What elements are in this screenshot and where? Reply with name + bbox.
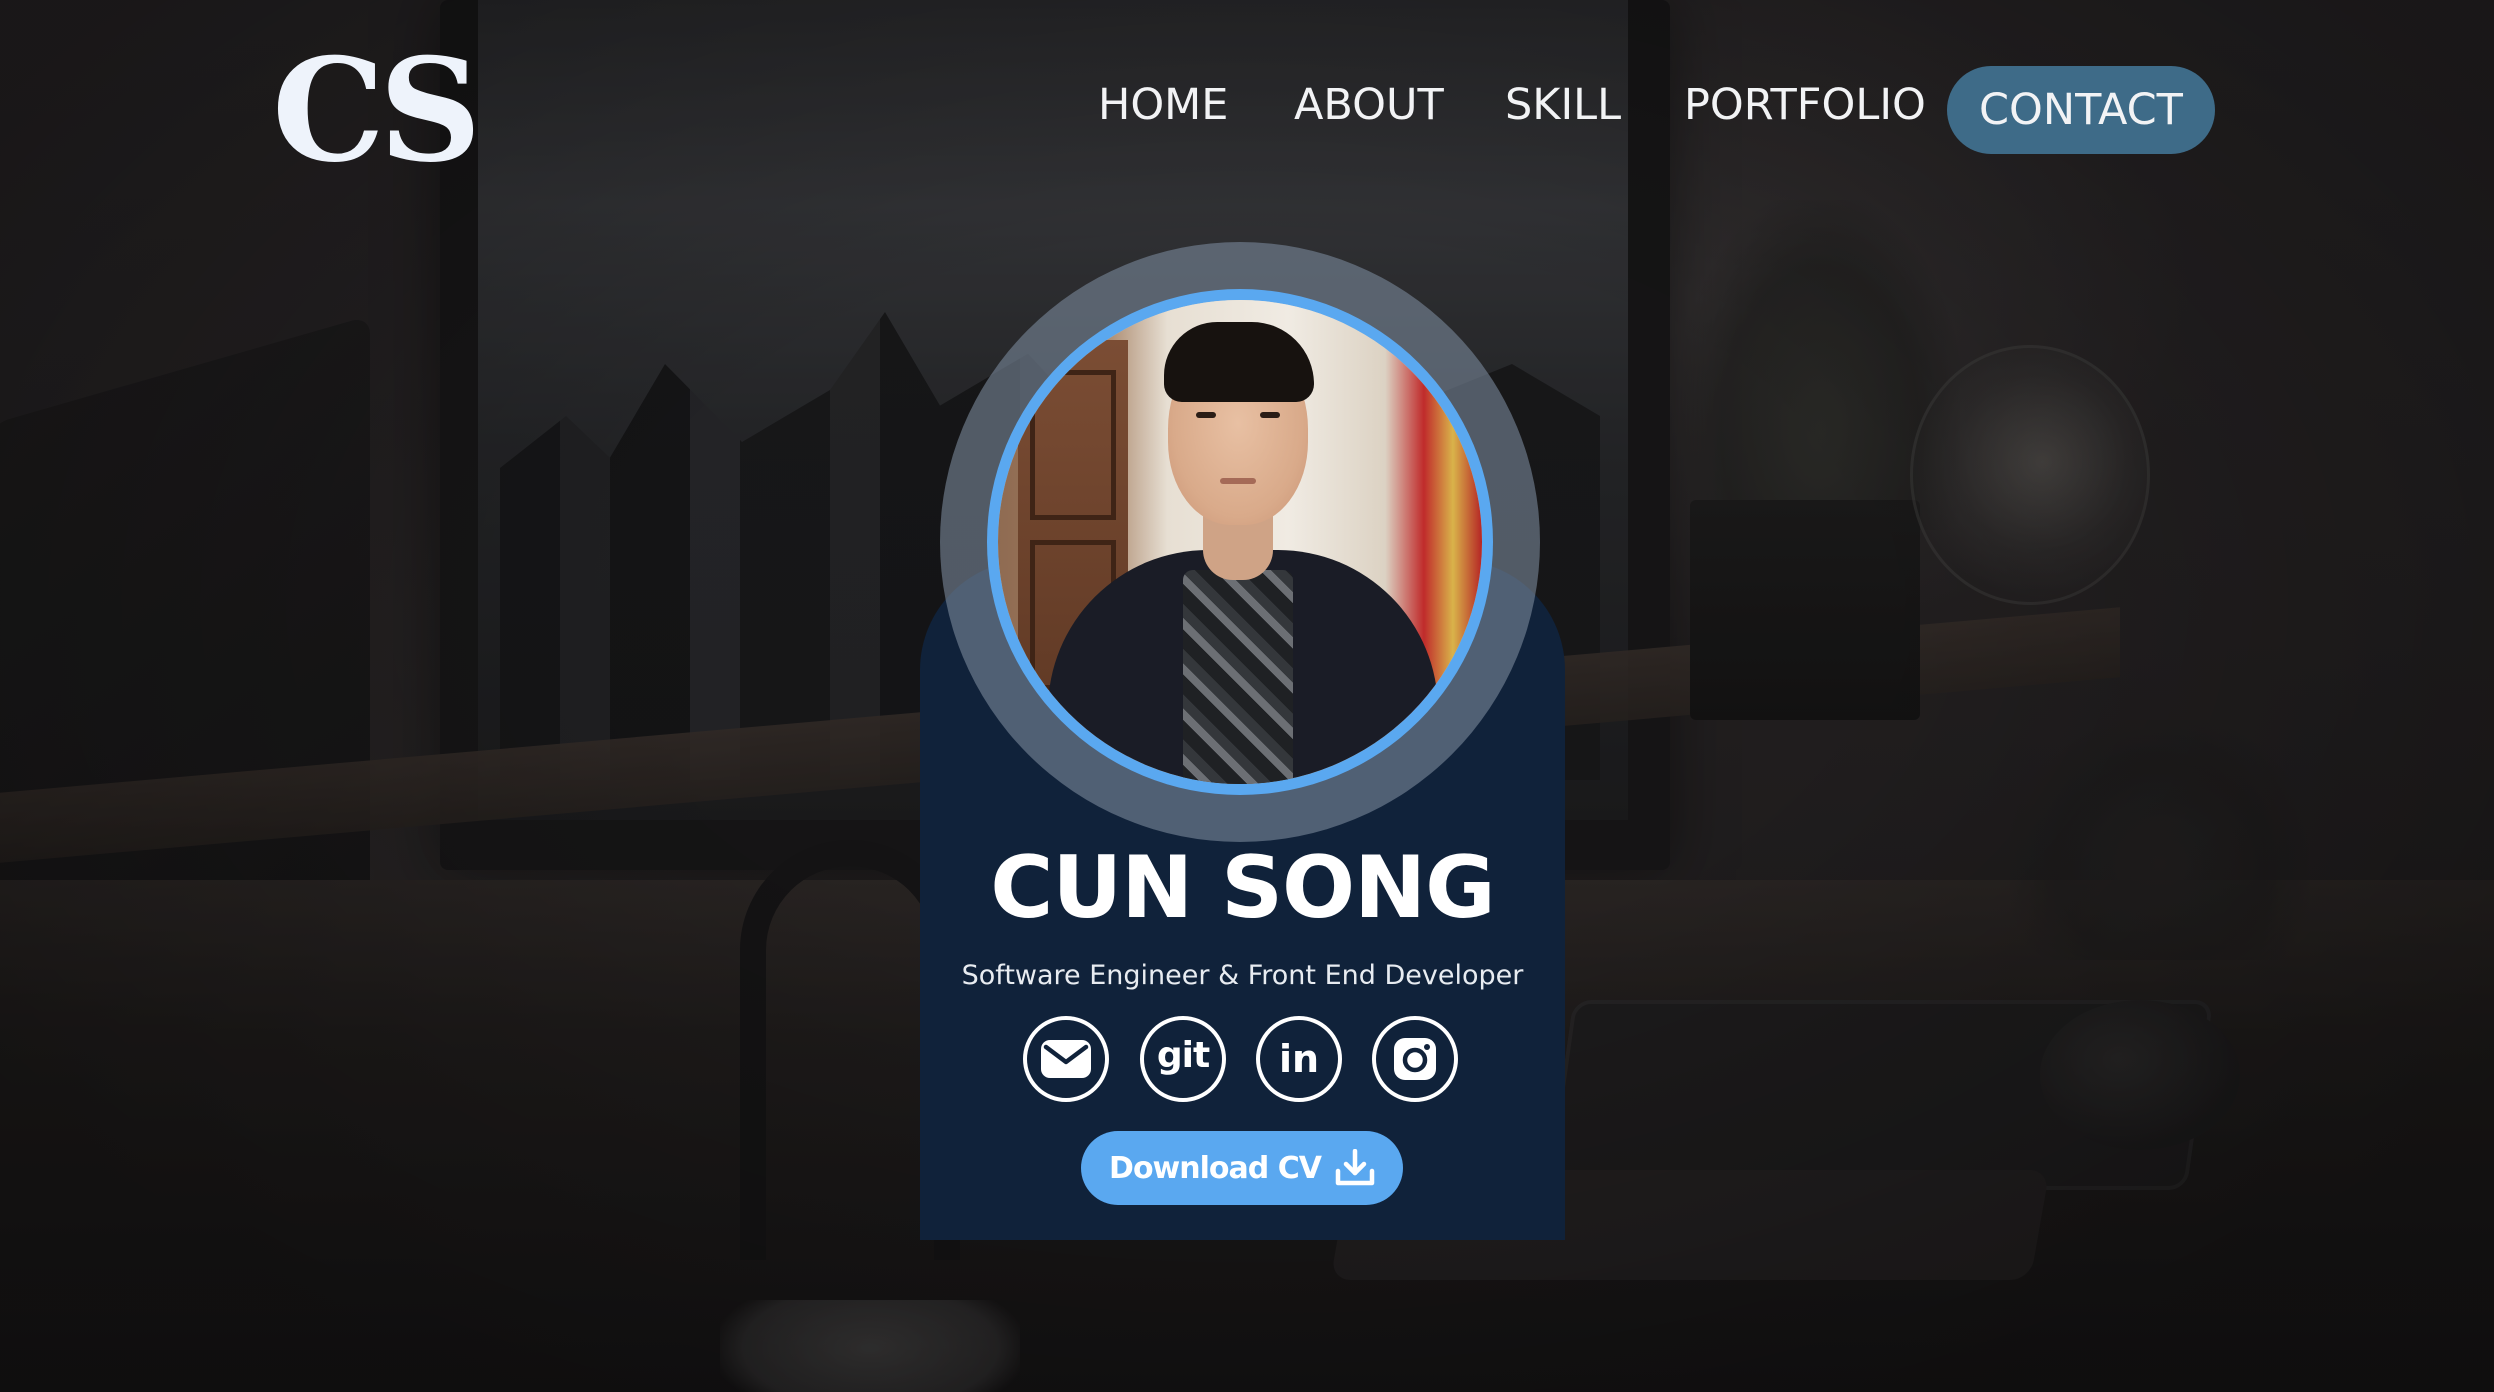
social-links: git in	[1023, 1016, 1463, 1106]
linkedin-icon: in	[1278, 1037, 1320, 1081]
download-cv-label: Download CV	[1109, 1150, 1322, 1186]
instagram-icon	[1394, 1038, 1436, 1080]
portfolio-page: CS HOME ABOUT SKILL PORTFOLIO CONTACT CU…	[0, 0, 2494, 1392]
contact-button[interactable]: CONTACT	[1947, 66, 2215, 154]
site-logo[interactable]: CS	[272, 40, 482, 182]
git-link[interactable]: git	[1140, 1016, 1226, 1102]
nav-link-portfolio[interactable]: PORTFOLIO	[1684, 80, 1926, 130]
git-icon: git	[1156, 1035, 1210, 1076]
download-icon	[1335, 1149, 1375, 1186]
mail-link[interactable]	[1023, 1016, 1109, 1102]
profile-role: Software Engineer & Front End Developer	[961, 960, 1524, 991]
avatar-left-eye	[1196, 412, 1216, 418]
main-nav: HOME ABOUT SKILL PORTFOLIO CONTACT	[1000, 66, 2220, 156]
avatar-shirt	[1183, 570, 1293, 784]
nav-link-home[interactable]: HOME	[1098, 80, 1228, 130]
profile-name: CUN SONG	[990, 838, 1495, 938]
instagram-link[interactable]	[1372, 1016, 1458, 1102]
nav-link-about[interactable]: ABOUT	[1294, 80, 1444, 130]
download-cv-button[interactable]: Download CV	[1081, 1131, 1403, 1205]
nav-link-skill[interactable]: SKILL	[1505, 80, 1621, 130]
avatar-mouth	[1220, 478, 1256, 484]
avatar-right-eye	[1260, 412, 1280, 418]
profile-avatar	[998, 300, 1482, 784]
mail-icon	[1041, 1040, 1091, 1078]
avatar-door-panel-top	[1030, 370, 1116, 520]
linkedin-link[interactable]: in	[1256, 1016, 1342, 1102]
